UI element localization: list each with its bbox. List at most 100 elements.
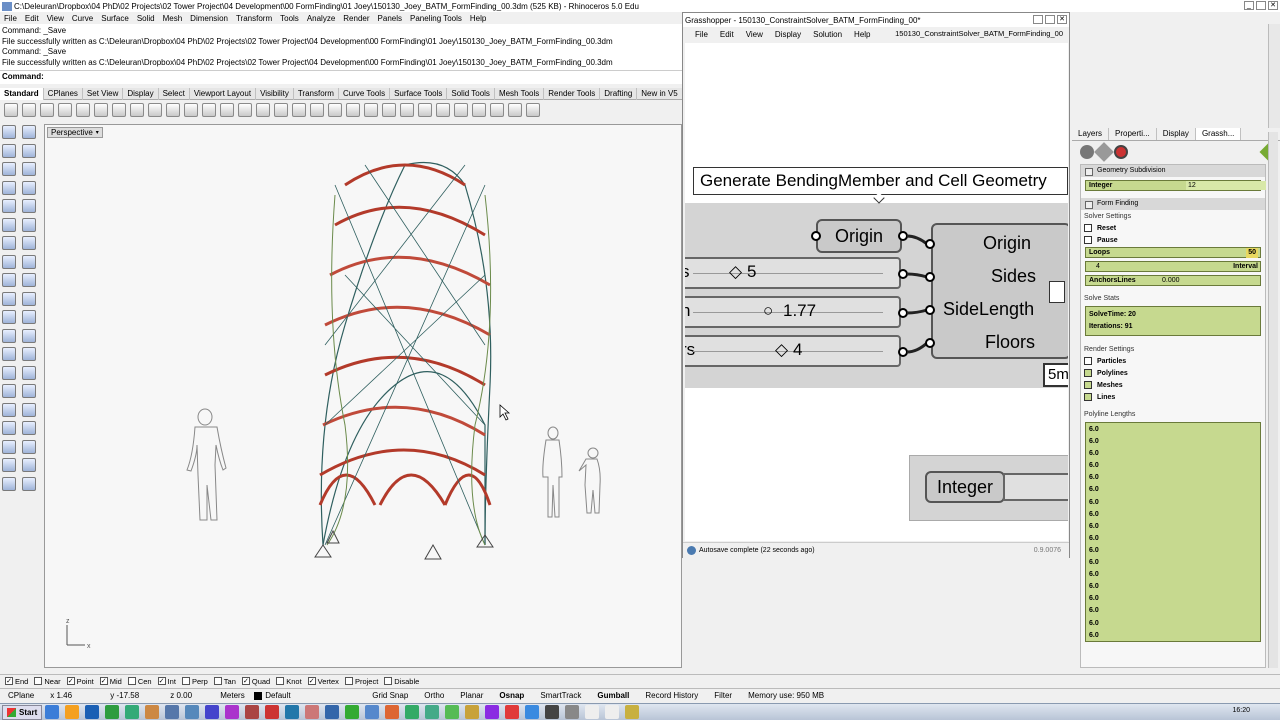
menu-item-view[interactable]: View [43,14,68,23]
helix-icon[interactable] [22,199,36,213]
scale-icon[interactable] [22,328,36,343]
checkbox-icon[interactable]: ✓ [99,677,108,685]
zoom-icon[interactable] [202,103,216,117]
panel-tab-1[interactable]: Properti... [1109,128,1157,140]
copy-icon[interactable] [112,103,126,117]
osnap-point[interactable]: ✓ Point [64,677,97,686]
gh-preview-icon[interactable] [1094,142,1114,162]
window-icon[interactable] [585,705,600,719]
menu-item-file[interactable]: File [0,14,21,23]
osnap-disable[interactable]: Disable [381,677,422,686]
hide-icon[interactable] [364,103,378,117]
new-icon[interactable] [4,103,18,117]
gh-close-icon[interactable]: ✕ [1057,15,1067,24]
interval-slider[interactable]: 4 Interval [1085,261,1261,272]
acrobat-icon[interactable] [245,705,260,719]
osnap-knot[interactable]: Knot [273,677,304,686]
minimize-icon[interactable]: _ [1244,1,1254,10]
menu-item-dimension[interactable]: Dimension [186,14,232,23]
array-icon[interactable] [22,347,36,361]
command-prompt[interactable]: Command: [0,70,682,84]
gh-input-sides[interactable]: Sides [991,266,1036,287]
status-cplane[interactable]: CPlane [0,691,42,700]
excel-icon[interactable] [345,705,360,719]
zoom-extents-icon[interactable] [238,103,252,117]
status-layer[interactable]: Default [254,691,364,700]
render-toggle-polylines[interactable]: Polylines [1081,367,1265,379]
select-icon[interactable] [328,103,342,117]
pan-icon[interactable] [166,103,180,117]
checkbox-icon[interactable]: ✓ [5,677,13,685]
light-icon[interactable] [22,476,36,491]
perspective-viewport[interactable]: Perspective ▾ z x [44,124,682,668]
gh-input-port[interactable] [925,239,935,249]
gh-integer-param[interactable]: Integer [925,471,1005,503]
indesign-icon[interactable] [485,705,500,719]
menu-item-edit[interactable]: Edit [21,14,43,23]
toolbar-tab-transform[interactable]: Transform [294,87,339,100]
panel-scrollbar[interactable] [1268,132,1278,668]
menu-item-help[interactable]: Help [466,14,490,23]
osnap-end[interactable]: ✓ End [2,677,31,686]
ortho-toggle[interactable]: Ortho [416,691,452,700]
checkbox-icon[interactable] [1084,393,1092,401]
pause-toggle[interactable]: Pause [1081,234,1265,246]
grid-icon[interactable] [2,458,16,472]
gh-cluster-component[interactable]: Origin Sides SideLength Floors [931,223,1068,359]
text-icon[interactable] [22,384,36,398]
osnap-mid[interactable]: ✓ Mid [97,677,125,686]
rhino-icon[interactable] [85,705,100,719]
outlook-icon[interactable] [365,705,380,719]
checkbox-icon[interactable]: ✓ [157,677,166,685]
polyline-icon[interactable] [2,143,16,158]
osnap-icon[interactable] [346,103,360,117]
paste-icon[interactable] [130,103,144,117]
render-toggle-lines[interactable]: Lines [1081,391,1265,403]
planar-toggle[interactable]: Planar [452,691,491,700]
rectangle-icon[interactable] [22,180,36,195]
import-icon[interactable] [76,103,90,117]
toolbar-tab-render-tools[interactable]: Render Tools [544,87,601,100]
checkbox-icon[interactable] [1084,369,1092,377]
gh-menu-item-display[interactable]: Display [769,30,807,39]
render-icon[interactable] [490,103,504,117]
toolbar-tab-surface-tools[interactable]: Surface Tools [390,87,448,100]
zoom-window-icon[interactable] [220,103,234,117]
filezilla-icon[interactable] [425,705,440,719]
smarttrack-toggle[interactable]: SmartTrack [532,691,589,700]
material-icon[interactable] [454,103,468,117]
gh-input-port[interactable] [925,338,935,348]
menu-item-curve[interactable]: Curve [68,14,97,23]
gh-menu-item-file[interactable]: File [689,30,714,39]
chrome-icon[interactable] [45,705,60,719]
checkbox-icon[interactable]: ✓ [307,677,316,685]
gh-integer-slider[interactable] [1003,473,1068,501]
toolbar-tab-visibility[interactable]: Visibility [256,87,294,100]
undo-icon[interactable] [148,103,162,117]
rotate-view-icon[interactable] [184,103,198,117]
box-icon[interactable] [2,236,16,250]
gh-minimize-icon[interactable] [1033,15,1043,24]
color-icon[interactable] [436,103,450,117]
help-icon[interactable] [526,103,540,117]
trim-icon[interactable] [22,291,36,306]
illustrator-icon[interactable] [465,705,480,719]
gh-menu-item-view[interactable]: View [740,30,769,39]
toolbar-tab-mesh-tools[interactable]: Mesh Tools [495,87,545,100]
render-toggle-meshes[interactable]: Meshes [1081,379,1265,391]
circle-icon[interactable] [2,162,16,176]
gh-input-origin[interactable]: Origin [983,233,1031,254]
explorer-icon[interactable] [165,705,180,719]
render-toggle-particles[interactable]: Particles [1081,355,1265,367]
cut-icon[interactable] [94,103,108,117]
toolbar-tab-new-in-v5[interactable]: New in V5 [637,87,683,100]
record-history-toggle[interactable]: Record History [637,691,706,700]
folder-icon[interactable] [65,705,80,719]
gh-input-port[interactable] [925,272,935,282]
checkbox-icon[interactable] [276,677,285,685]
gh-input-port[interactable] [925,305,935,315]
python-icon[interactable] [405,705,420,719]
anchorslines-slider[interactable]: AnchorsLines 0.000 [1085,275,1261,286]
extrude-icon[interactable] [22,217,36,232]
surface-icon[interactable] [2,217,16,232]
